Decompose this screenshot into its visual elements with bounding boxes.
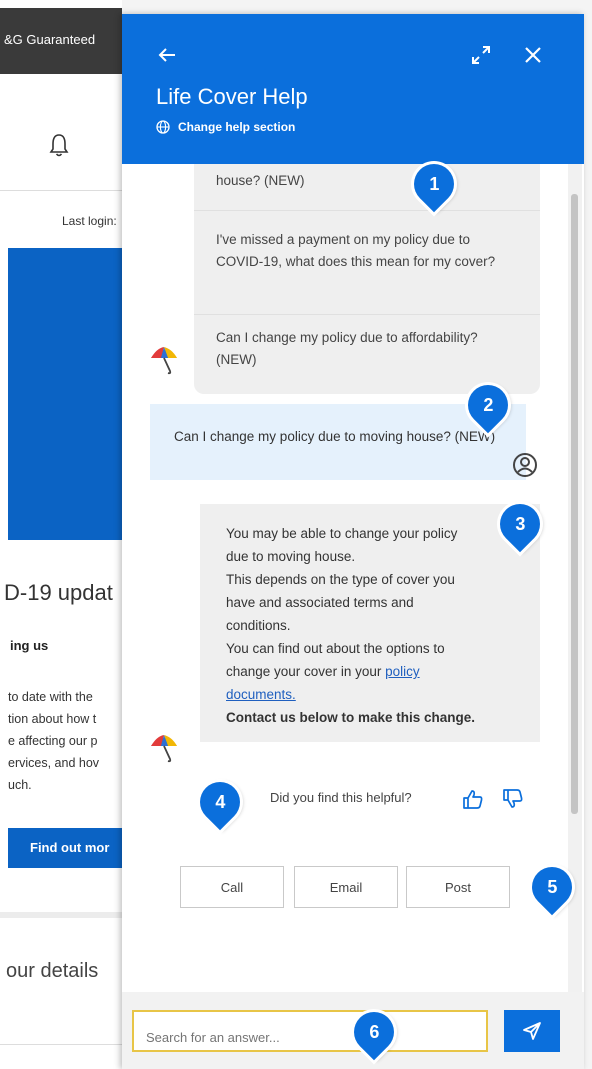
send-button[interactable]: [504, 1010, 560, 1052]
hero-banner: [8, 248, 122, 540]
response-line: You may be able to change your policy: [226, 526, 458, 541]
response-text: change your cover in your: [226, 664, 386, 679]
contacting-us-heading: ing us: [10, 638, 49, 653]
option-affordability[interactable]: Can I change my policy due to affordabil…: [194, 314, 540, 394]
bell-icon[interactable]: [48, 132, 70, 158]
response-line: change your cover in your policy: [226, 660, 526, 683]
send-icon: [523, 1022, 541, 1040]
post-button[interactable]: Post: [406, 866, 510, 908]
option-moving-house-continued[interactable]: house? (NEW): [194, 164, 540, 206]
feedback-prompt: Did you find this helpful?: [270, 790, 412, 805]
find-out-more-button[interactable]: Find out mor: [8, 828, 122, 868]
marker-number: 6: [368, 1021, 380, 1042]
marker-number: 5: [546, 876, 558, 897]
panel-title: Life Cover Help: [156, 84, 308, 109]
policy-documents-link[interactable]: documents.: [226, 687, 296, 702]
response-line: This depends on the type of cover you: [226, 572, 455, 587]
search-input[interactable]: [132, 1010, 488, 1052]
umbrella-icon: [151, 347, 177, 375]
scrollbar-thumb[interactable]: [571, 194, 578, 814]
background-page: &G Guaranteed Last login: D-19 updat ing…: [0, 0, 122, 1069]
divider: [0, 1044, 122, 1045]
response-line: You can find out about the options to: [226, 641, 445, 656]
change-help-section-label: Change help section: [178, 120, 296, 134]
user-icon: [513, 453, 537, 477]
background-paragraph: to date with the tion about how t e affe…: [8, 686, 99, 796]
email-button[interactable]: Email: [294, 866, 398, 908]
background-topbar: &G Guaranteed: [0, 8, 122, 74]
last-login-label: Last login:: [62, 214, 117, 228]
response-line: conditions.: [226, 618, 291, 633]
response-line: have and associated terms and: [226, 595, 414, 610]
paragraph-line: tion about how t: [8, 712, 97, 726]
marker-number: 2: [482, 394, 494, 415]
umbrella-icon: [151, 735, 177, 763]
close-icon[interactable]: [522, 44, 544, 66]
marker-number: 1: [428, 173, 440, 194]
paragraph-line: to date with the: [8, 690, 93, 704]
policy-documents-link[interactable]: policy: [385, 664, 420, 679]
thumbs-up-icon[interactable]: [462, 788, 484, 810]
response-line: due to moving house.: [226, 549, 356, 564]
globe-icon: [156, 120, 170, 134]
back-arrow-icon[interactable]: [156, 44, 178, 66]
marker-number: 3: [514, 513, 526, 534]
change-help-section-link[interactable]: Change help section: [156, 120, 295, 134]
thumbs-down-icon[interactable]: [502, 788, 524, 810]
response-line: documents.: [226, 683, 526, 706]
paragraph-line: ervices, and hov: [8, 756, 100, 770]
marker-number: 4: [214, 791, 226, 812]
bot-response: You may be able to change your policy du…: [200, 504, 540, 742]
expand-icon[interactable]: [470, 44, 492, 66]
user-message: Can I change my policy due to moving hou…: [150, 404, 526, 480]
option-missed-payment[interactable]: I've missed a payment on my policy due t…: [194, 210, 540, 310]
call-button[interactable]: Call: [180, 866, 284, 908]
contact-us-instruction: Contact us below to make this change.: [226, 710, 476, 725]
panel-header: Life Cover Help Change help section: [122, 14, 584, 164]
paragraph-line: uch.: [8, 778, 32, 792]
paragraph-line: e affecting our p: [8, 734, 98, 748]
suggested-options-bubble: house? (NEW) I've missed a payment on my…: [194, 164, 540, 394]
covid-update-heading: D-19 updat: [4, 580, 113, 605]
your-details-heading: our details: [6, 960, 99, 982]
divider: [0, 190, 122, 191]
divider: [0, 912, 122, 918]
page: &G Guaranteed Last login: D-19 updat ing…: [0, 0, 592, 1069]
